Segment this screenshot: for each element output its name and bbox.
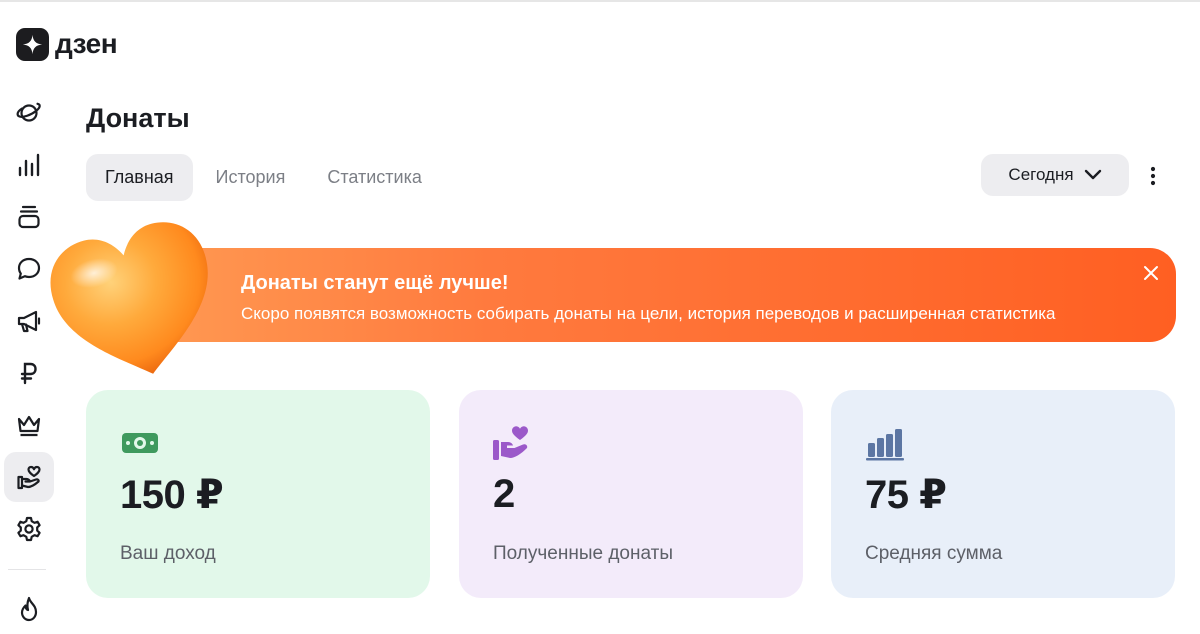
- tab-main[interactable]: Главная: [86, 154, 193, 201]
- stat-card-average: 75 ₽ Средняя сумма: [831, 390, 1175, 598]
- page-title: Донаты: [86, 103, 190, 133]
- sidebar-item-premium[interactable]: [4, 400, 54, 450]
- sidebar-item-trends[interactable]: [4, 584, 54, 634]
- bar-chart-icon: [866, 429, 904, 461]
- donate-hand-heart-icon: [17, 465, 41, 490]
- banner-text: Скоро появятся возможность собирать дона…: [241, 304, 1056, 323]
- banner-title: Донаты станут ещё лучше!: [241, 272, 509, 294]
- income-value: 150 ₽: [120, 473, 224, 517]
- close-icon: [1144, 266, 1158, 280]
- gear-icon: [17, 516, 41, 542]
- dzen-star-icon: [16, 27, 49, 61]
- hand-heart-icon: [493, 426, 528, 460]
- stack-icon: [18, 205, 40, 229]
- stat-card-donations-count: 2 Полученные донаты: [459, 390, 803, 598]
- crown-icon: [17, 415, 41, 437]
- announcement-banner: Донаты станут ещё лучше! Скоро появятся …: [120, 248, 1176, 342]
- dzen-logo[interactable]: дзен: [16, 27, 118, 61]
- tab-statistics[interactable]: Статистика: [308, 154, 441, 201]
- chevron-down-icon: [1084, 169, 1101, 180]
- income-label: Ваш доход: [120, 543, 216, 564]
- tab-history[interactable]: История: [197, 154, 305, 201]
- bar-chart-icon: [18, 153, 40, 177]
- stat-card-income: 150 ₽ Ваш доход: [86, 390, 430, 598]
- megaphone-icon: [17, 310, 41, 333]
- chat-bubble-icon: [17, 257, 41, 280]
- sidebar-item-statistics[interactable]: [4, 140, 54, 190]
- sidebar-item-feed[interactable]: [4, 88, 54, 138]
- tabs-bar: Главная История Статистика: [86, 154, 441, 201]
- donations-count-value: 2: [493, 472, 515, 516]
- money-bill-icon: [122, 433, 158, 453]
- more-vertical-icon: [1150, 166, 1156, 186]
- average-value: 75 ₽: [865, 473, 947, 517]
- more-options-button[interactable]: [1140, 163, 1166, 189]
- period-dropdown[interactable]: Сегодня: [981, 154, 1129, 196]
- sidebar-divider: [8, 569, 46, 570]
- logo-text: дзен: [55, 28, 118, 59]
- fire-icon: [20, 596, 38, 622]
- sidebar-item-settings[interactable]: [4, 504, 54, 554]
- planet-icon: [16, 102, 41, 122]
- average-label: Средняя сумма: [865, 543, 1003, 564]
- donations-count-label: Полученные донаты: [493, 543, 673, 564]
- period-label: Сегодня: [1008, 165, 1074, 184]
- ruble-icon: [20, 362, 37, 385]
- top-border: [0, 0, 1200, 2]
- orange-heart-illustration: [50, 222, 208, 374]
- sidebar-item-donations[interactable]: [4, 452, 54, 502]
- banner-close-button[interactable]: [1140, 262, 1162, 284]
